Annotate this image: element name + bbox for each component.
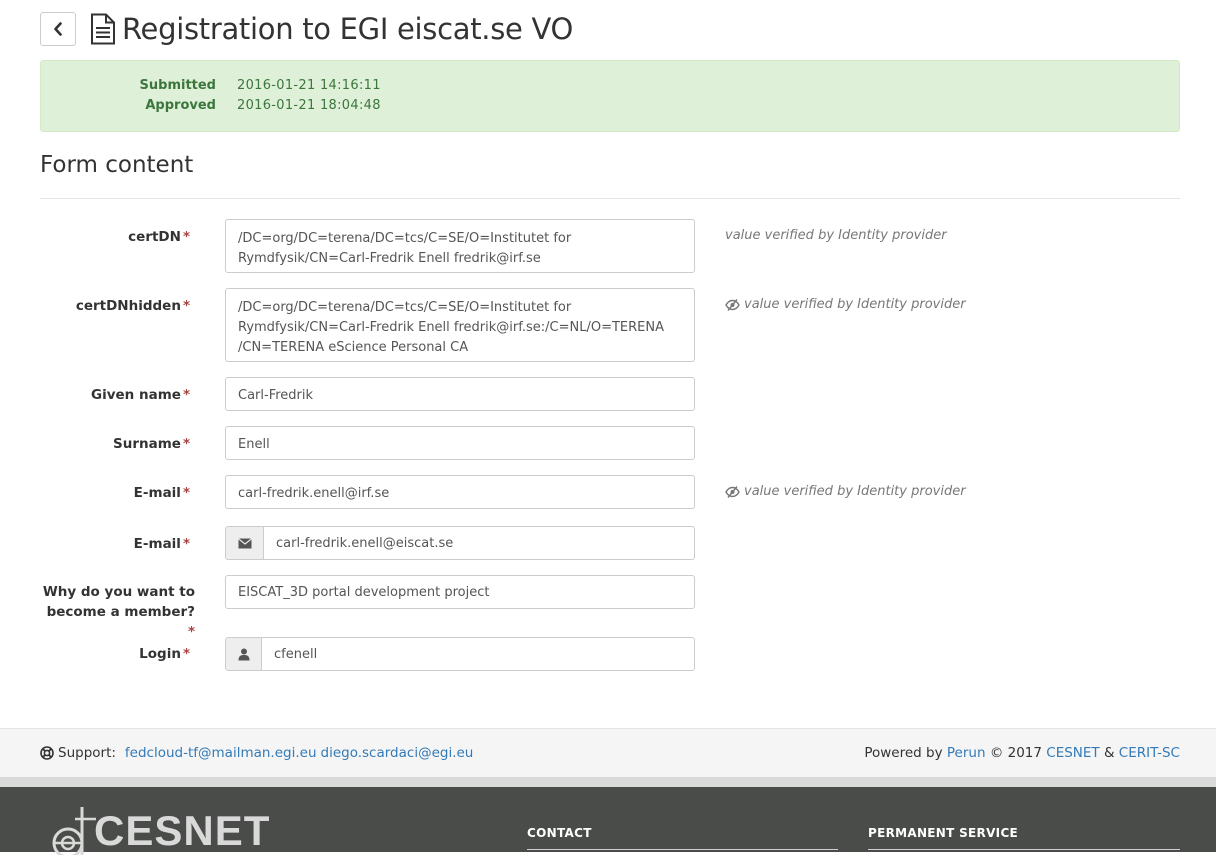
field-label-login: Login * <box>139 646 190 662</box>
support-label: Support: <box>58 745 116 761</box>
support-info: Support: fedcloud-tf@mailman.egi.eu dieg… <box>40 745 473 761</box>
field-label-certdn: certDN * <box>128 229 190 245</box>
page-title: Registration to EGI eiscat.se VO <box>122 12 574 46</box>
email-field[interactable]: carl-fredrik.enell@eiscat.se <box>264 527 465 559</box>
submitted-value: 2016-01-21 14:16:11 <box>237 78 381 93</box>
ampersand: & <box>1103 745 1115 761</box>
file-text-icon <box>90 13 116 45</box>
required-marker: * <box>182 436 190 452</box>
reason-field[interactable]: EISCAT_3D portal development project <box>225 575 695 609</box>
support-email-link-1[interactable]: fedcloud-tf@mailman.egi.eu <box>125 745 317 761</box>
powered-by: Powered by Perun © 2017 CESNET & CERIT-S… <box>864 745 1180 761</box>
cesnet-logo-text: CESNET <box>94 807 271 854</box>
envelope-icon <box>226 527 264 559</box>
certdnhidden-field[interactable]: /DC=org/DC=terena/DC=tcs/C=SE/O=Institut… <box>225 288 695 362</box>
footer-permanent-service-heading: PERMANENT SERVICE <box>868 826 1019 840</box>
verified-note-certdnhidden: value verified by Identity provider <box>725 295 966 315</box>
page-header: Registration to EGI eiscat.se VO <box>40 11 1180 47</box>
required-marker: * <box>182 229 190 245</box>
eye-slash-icon <box>725 486 740 498</box>
required-marker: * <box>182 485 190 501</box>
footer-separator <box>0 777 1216 787</box>
cesnet-link[interactable]: CESNET <box>1046 745 1099 761</box>
field-label-surname: Surname * <box>113 436 190 452</box>
field-label-given-name: Given name * <box>91 387 190 403</box>
approved-label: Approved <box>145 98 216 113</box>
field-label-email-federated: E-mail * <box>133 485 190 501</box>
section-heading: Form content <box>40 152 194 178</box>
required-marker: * <box>182 536 190 552</box>
footer-permanent-service-rule <box>868 849 1180 850</box>
email-input-group: carl-fredrik.enell@eiscat.se <box>225 526 695 560</box>
site-footer: CESNET CONTACT PERMANENT SERVICE <box>0 787 1216 855</box>
footer-contact-rule <box>527 849 838 850</box>
surname-field[interactable]: Enell <box>225 426 695 460</box>
field-label-certdnhidden: certDNhidden * <box>75 298 190 314</box>
life-ring-icon <box>40 746 54 760</box>
verified-note-certdn: value verified by Identity provider <box>725 228 947 243</box>
support-email-link-2[interactable]: diego.scardaci@egi.eu <box>321 745 474 761</box>
submitted-label: Submitted <box>139 78 216 93</box>
login-field[interactable]: cfenell <box>262 638 329 670</box>
email-federated-field[interactable]: carl-fredrik.enell@irf.se <box>225 475 695 509</box>
login-input-group: cfenell <box>225 637 695 671</box>
cesnet-emblem-icon <box>52 807 96 855</box>
chevron-left-icon <box>54 22 62 36</box>
eye-slash-icon <box>725 299 740 311</box>
copyright-text: © 2017 <box>989 745 1042 761</box>
required-marker: * <box>182 646 190 662</box>
field-label-email: E-mail * <box>133 536 190 552</box>
certdn-field[interactable]: /DC=org/DC=terena/DC=tcs/C=SE/O=Institut… <box>225 219 695 273</box>
required-marker: * <box>182 387 190 403</box>
required-marker: * <box>187 624 195 640</box>
user-icon <box>226 638 262 670</box>
back-button[interactable] <box>40 12 76 46</box>
perun-link[interactable]: Perun <box>947 745 986 761</box>
approved-value: 2016-01-21 18:04:48 <box>237 98 381 113</box>
required-marker: * <box>182 298 190 314</box>
section-divider <box>40 198 1180 199</box>
status-alert: Submitted 2016-01-21 14:16:11 Approved 2… <box>40 60 1180 132</box>
verified-note-email: value verified by Identity provider <box>725 482 966 502</box>
field-label-reason: Why do you want to become a member?* <box>42 584 195 640</box>
given-name-field[interactable]: Carl-Fredrik <box>225 377 695 411</box>
cerit-sc-link[interactable]: CERIT-SC <box>1119 745 1180 761</box>
powered-by-label: Powered by <box>864 745 943 761</box>
footer-contact-heading: CONTACT <box>527 826 592 840</box>
support-bar: Support: fedcloud-tf@mailman.egi.eu dieg… <box>0 728 1216 777</box>
cesnet-logo[interactable]: CESNET <box>48 807 270 855</box>
